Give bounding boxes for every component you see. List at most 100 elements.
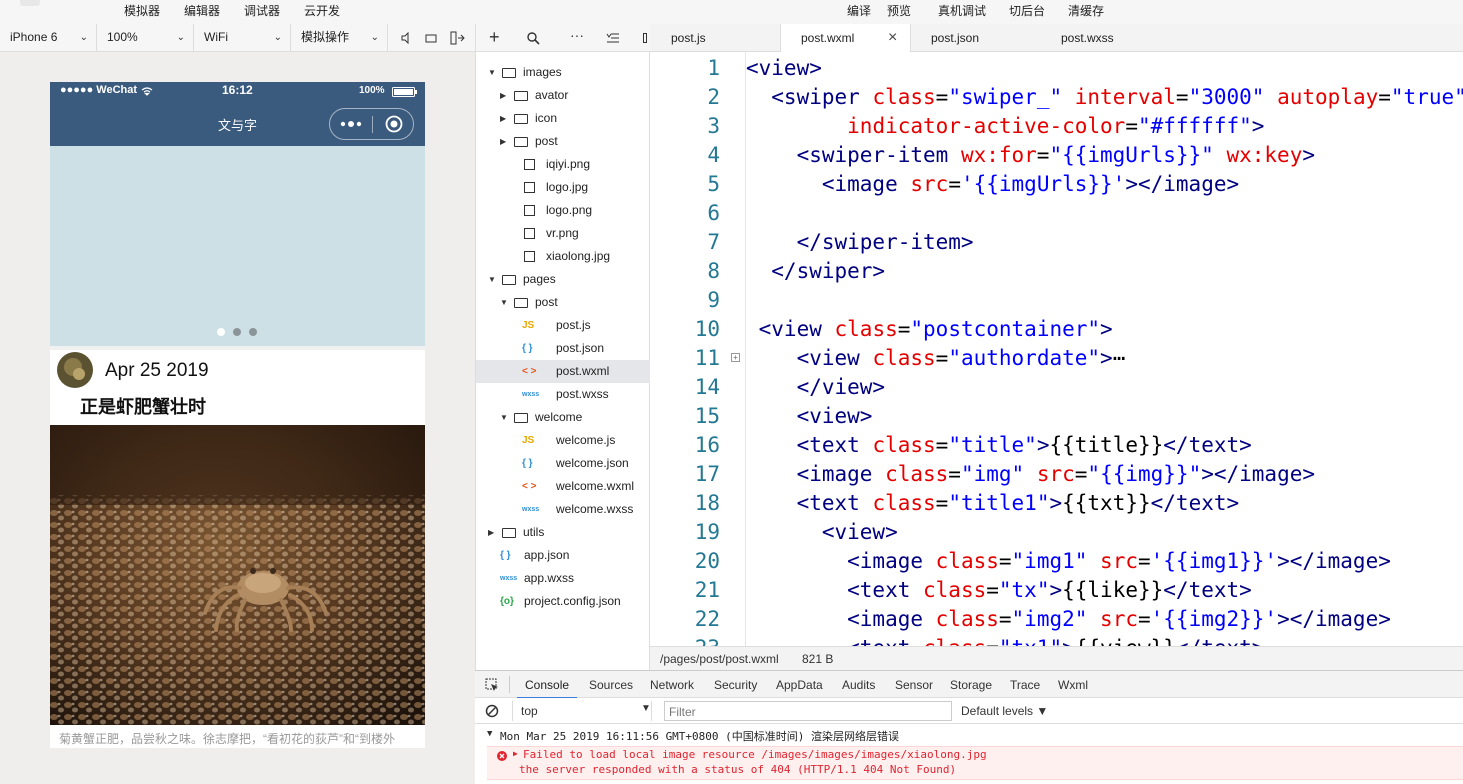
image-swiper[interactable]: [50, 146, 425, 346]
console-group-header[interactable]: Mon Mar 25 2019 16:11:56 GMT+0800 (中国标准时…: [500, 728, 899, 744]
tree-item-logo-png[interactable]: logo.png: [476, 199, 650, 222]
chevron-right-icon[interactable]: ▶: [500, 130, 506, 153]
tree-item-images[interactable]: ▼ images: [476, 61, 650, 84]
code-line[interactable]: <view class="authordate">⋯: [746, 346, 1126, 370]
tree-item-pages[interactable]: ▼ pages: [476, 268, 650, 291]
code-line[interactable]: <text class="title1">{{txt}}</text>: [746, 491, 1240, 515]
code-line[interactable]: <image class="img" src="{{img}}"></image…: [746, 462, 1315, 486]
code-line[interactable]: </swiper>: [746, 259, 885, 283]
code-line[interactable]: [746, 288, 759, 312]
tree-item-post-js[interactable]: JS post.js: [476, 314, 650, 337]
swiper-dot[interactable]: [233, 328, 241, 336]
search-icon[interactable]: [527, 32, 540, 45]
code-line[interactable]: <text class="tx">{{like}}</text>: [746, 578, 1252, 602]
code-line[interactable]: <text class="tx1">{{view}}</text>: [746, 636, 1264, 646]
code-line[interactable]: </view>: [746, 375, 886, 399]
swiper-dot[interactable]: [249, 328, 257, 336]
code-line[interactable]: <view>: [746, 520, 898, 544]
tree-item-post-json[interactable]: { } post.json: [476, 337, 650, 360]
tab-post-js[interactable]: post.js: [650, 24, 782, 52]
clear-cache-button[interactable]: 清缓存: [1068, 2, 1104, 19]
inspect-icon[interactable]: [485, 678, 499, 692]
levels-select[interactable]: Default levels ▼: [961, 704, 1048, 718]
filter-input[interactable]: Filter: [664, 701, 952, 721]
background-button[interactable]: 切后台: [1009, 2, 1045, 19]
clear-console-icon[interactable]: [485, 704, 499, 718]
expand-icon[interactable]: ▶: [513, 749, 518, 758]
devtools-tab-appdata[interactable]: AppData: [776, 671, 823, 699]
devtools-tab-console[interactable]: Console: [517, 671, 578, 699]
preview-button[interactable]: 预览: [887, 2, 911, 19]
code-line[interactable]: <image src='{{imgUrls}}'></image>: [746, 172, 1239, 196]
tree-item-welcome[interactable]: ▼ welcome: [476, 406, 650, 429]
code-line[interactable]: <text class="title">{{title}}</text>: [746, 433, 1252, 457]
tree-item-welcome-wxml[interactable]: < > welcome.wxml: [476, 475, 650, 498]
tree-item-icon[interactable]: ▶ icon: [476, 107, 650, 130]
tree-item-post[interactable]: ▼ post: [476, 291, 650, 314]
tree-item-logo-jpg[interactable]: logo.jpg: [476, 176, 650, 199]
swiper-dot-active[interactable]: [217, 328, 225, 336]
collapse-panel-icon[interactable]: [643, 33, 647, 43]
menu-debugger[interactable]: 调试器: [244, 2, 280, 19]
devtools-tab-wxml[interactable]: Wxml: [1058, 671, 1088, 699]
operation-select[interactable]: 模拟操作 ⌄: [291, 24, 388, 51]
close-icon[interactable]: ×: [888, 24, 897, 52]
devtools-tab-trace[interactable]: Trace: [1010, 671, 1040, 699]
code-line[interactable]: indicator-active-color="#ffffff">: [746, 114, 1264, 138]
tree-item-post-wxss[interactable]: wxss post.wxss: [476, 383, 650, 406]
devtools-tab-storage[interactable]: Storage: [950, 671, 992, 699]
expand-icon[interactable]: ▼: [487, 729, 492, 739]
code-line[interactable]: </swiper-item>: [746, 230, 974, 254]
tree-item-welcome-json[interactable]: { } welcome.json: [476, 452, 650, 475]
zoom-select[interactable]: 100% ⌄: [97, 24, 194, 51]
menu-editor[interactable]: 编辑器: [184, 2, 220, 19]
code-editor[interactable]: + 1 <view> 2 <swiper class="swiper_" inter…: [650, 52, 1463, 646]
tab-post-wxss[interactable]: post.wxss: [1041, 24, 1171, 52]
chevron-right-icon[interactable]: ▶: [500, 84, 506, 107]
chevron-down-icon[interactable]: ▼: [488, 61, 496, 84]
tree-item-vr-png[interactable]: vr.png: [476, 222, 650, 245]
devtools-tab-security[interactable]: Security: [714, 671, 757, 699]
add-icon[interactable]: +: [489, 27, 500, 48]
menu-simulator[interactable]: 模拟器: [124, 2, 160, 19]
code-line[interactable]: <view>: [746, 404, 873, 428]
tree-item-app-json[interactable]: { } app.json: [476, 544, 650, 567]
volume-icon[interactable]: [400, 32, 412, 44]
rotate-icon[interactable]: [425, 32, 437, 44]
tree-item-utils[interactable]: ▶ utils: [476, 521, 650, 544]
chevron-right-icon[interactable]: ▶: [500, 107, 506, 130]
chevron-down-icon[interactable]: ▼: [500, 406, 508, 429]
compile-button[interactable]: 编译: [847, 2, 871, 19]
tree-item-avator[interactable]: ▶ avator: [476, 84, 650, 107]
fold-expand-icon[interactable]: +: [731, 353, 740, 362]
chevron-right-icon[interactable]: ▶: [488, 521, 494, 544]
close-miniprogram-icon[interactable]: [385, 115, 403, 133]
detach-window-icon[interactable]: [450, 31, 466, 45]
menu-cloud-dev[interactable]: 云开发: [304, 2, 340, 19]
tree-item-xiaolong-jpg[interactable]: xiaolong.jpg: [476, 245, 650, 268]
sort-icon[interactable]: [606, 33, 620, 43]
devtools-tab-sensor[interactable]: Sensor: [895, 671, 933, 699]
remote-debug-button[interactable]: 真机调试: [938, 2, 986, 19]
chevron-down-icon[interactable]: ▼: [488, 268, 496, 291]
tree-item-post[interactable]: ▶ post: [476, 130, 650, 153]
code-line[interactable]: <swiper-item wx:for="{{imgUrls}}" wx:key…: [746, 143, 1315, 167]
code-line[interactable]: <swiper class="swiper_" interval="3000" …: [746, 85, 1463, 109]
tree-item-project-config-json[interactable]: {o} project.config.json: [476, 590, 650, 613]
tree-item-iqiyi-png[interactable]: iqiyi.png: [476, 153, 650, 176]
more-icon[interactable]: ···: [570, 27, 584, 43]
device-select[interactable]: iPhone 6 ⌄: [0, 24, 97, 51]
tab-post-wxml[interactable]: post.wxml ×: [780, 24, 911, 53]
tab-post-json[interactable]: post.json: [911, 24, 1041, 52]
tree-item-post-wxml[interactable]: < > post.wxml: [476, 360, 650, 383]
tree-item-welcome-wxss[interactable]: wxss welcome.wxss: [476, 498, 650, 521]
tree-item-welcome-js[interactable]: JS welcome.js: [476, 429, 650, 452]
chevron-down-icon[interactable]: ▼: [500, 291, 508, 314]
devtools-tab-sources[interactable]: Sources: [589, 671, 633, 699]
code-line[interactable]: [746, 201, 759, 225]
tree-item-app-wxss[interactable]: wxss app.wxss: [476, 567, 650, 590]
devtools-tab-network[interactable]: Network: [650, 671, 694, 699]
network-select[interactable]: WiFi ⌄: [194, 24, 291, 51]
more-icon[interactable]: [340, 120, 362, 128]
devtools-tab-audits[interactable]: Audits: [842, 671, 875, 699]
